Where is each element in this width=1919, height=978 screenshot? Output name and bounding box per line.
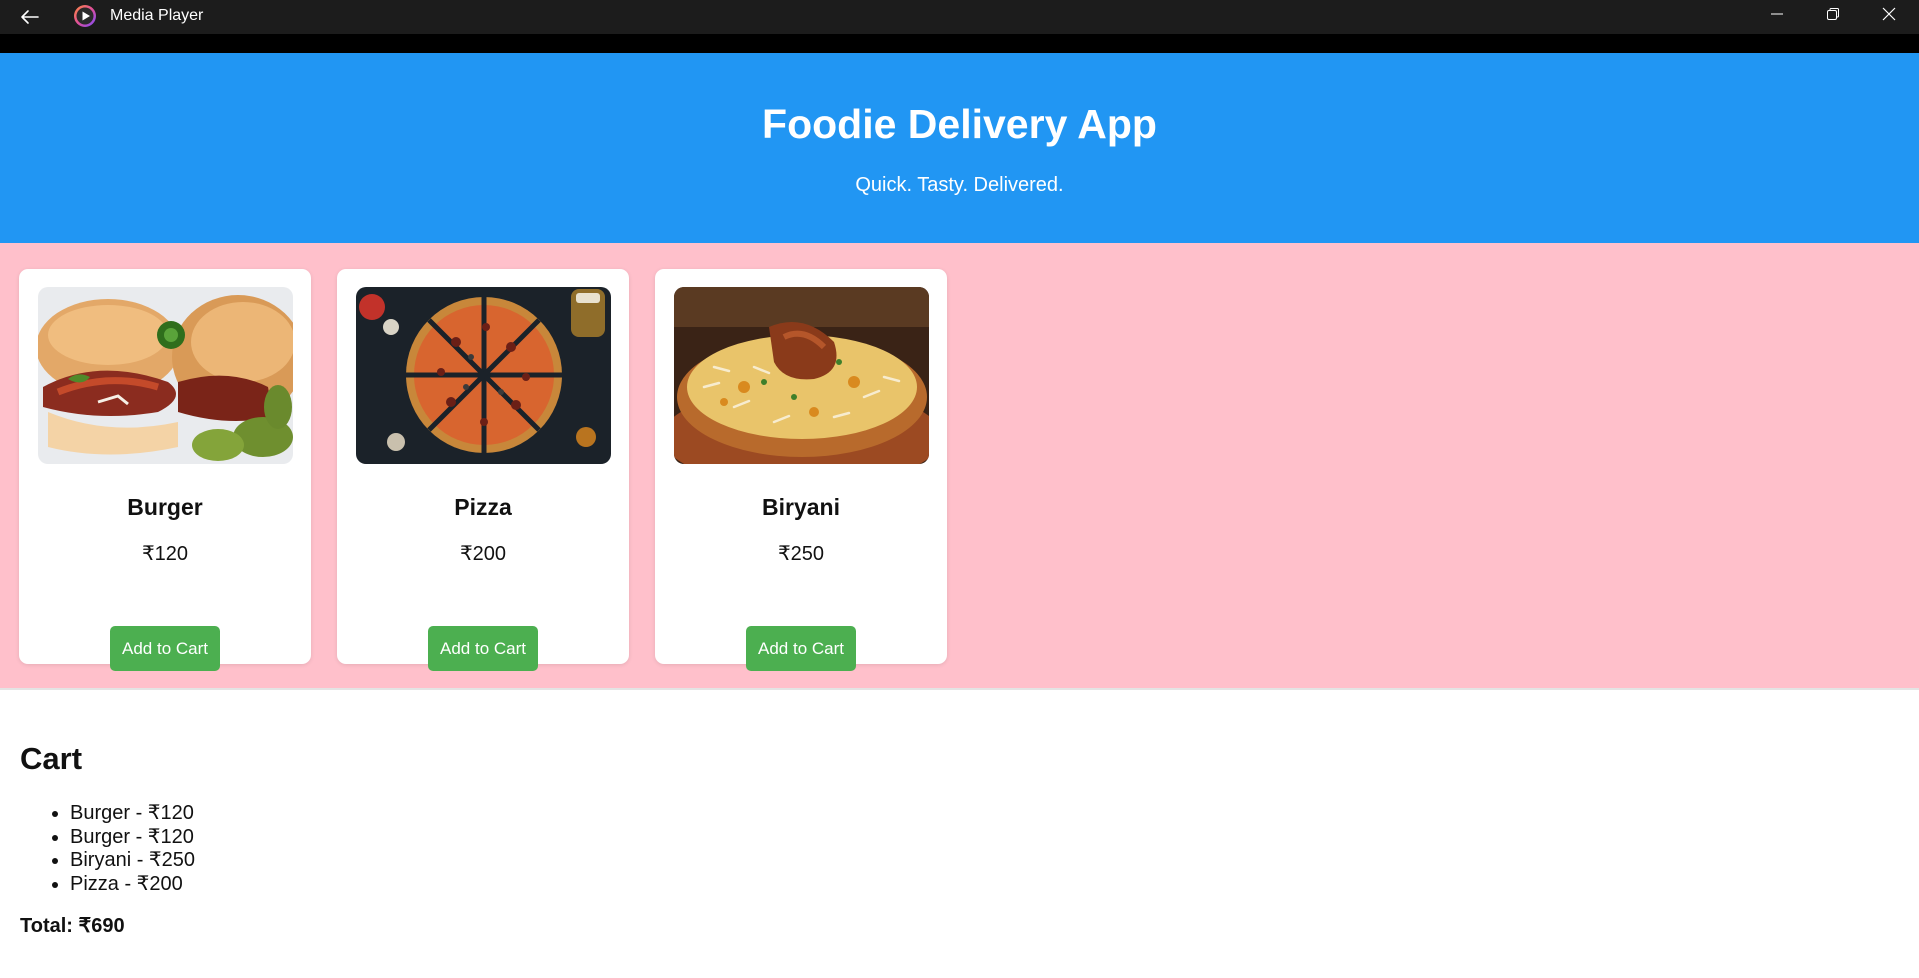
cart-list: Burger - ₹120 Burger - ₹120 Biryani - ₹2… [70, 802, 195, 896]
menu-section: Burger ₹120 Add to Cart Pizza ₹200 Add t… [0, 243, 1919, 690]
restore-button[interactable] [1805, 0, 1861, 28]
window-title: Media Player [110, 7, 204, 24]
menu-card-burger: Burger ₹120 Add to Cart [19, 269, 311, 671]
app-subtitle: Quick. Tasty. Delivered. [855, 174, 1064, 196]
cart-total: Total: ₹690 [20, 915, 125, 937]
app-title: Foodie Delivery App [762, 101, 1157, 147]
cart-item: Burger - ₹120 [70, 826, 195, 850]
menu-item-price: ₹120 [141, 543, 189, 565]
window-titlebar: Media Player [0, 0, 1919, 34]
biryani-photo [674, 287, 929, 464]
cart-item: Pizza - ₹200 [70, 873, 195, 897]
menu-item-name: Pizza [454, 494, 512, 520]
menu-card-pizza: Pizza ₹200 Add to Cart [337, 269, 629, 671]
burger-photo [38, 287, 293, 464]
add-to-cart-button[interactable]: Add to Cart [746, 626, 856, 671]
add-to-cart-button[interactable]: Add to Cart [428, 626, 538, 671]
pizza-photo [356, 287, 611, 464]
media-player-logo-icon [72, 3, 98, 29]
menu-item-price: ₹200 [459, 543, 507, 565]
restore-icon [1827, 8, 1839, 20]
cart-item: Burger - ₹120 [70, 802, 195, 826]
menu-item-name: Burger [127, 494, 203, 520]
menu-card-biryani: Biryani ₹250 Add to Cart [655, 269, 947, 671]
menu-item-name: Biryani [762, 494, 840, 520]
minimize-button[interactable] [1749, 0, 1805, 28]
back-arrow-icon[interactable] [16, 3, 44, 31]
menu-item-price: ₹250 [777, 543, 825, 565]
cart-item: Biryani - ₹250 [70, 849, 195, 873]
window-content-top-strip [0, 34, 1919, 53]
app-header: Foodie Delivery App Quick. Tasty. Delive… [0, 53, 1919, 243]
close-button[interactable] [1861, 0, 1917, 28]
minimize-icon [1771, 13, 1783, 15]
add-to-cart-button[interactable]: Add to Cart [110, 626, 220, 671]
cart-title: Cart [20, 741, 83, 776]
close-icon [1882, 7, 1896, 21]
